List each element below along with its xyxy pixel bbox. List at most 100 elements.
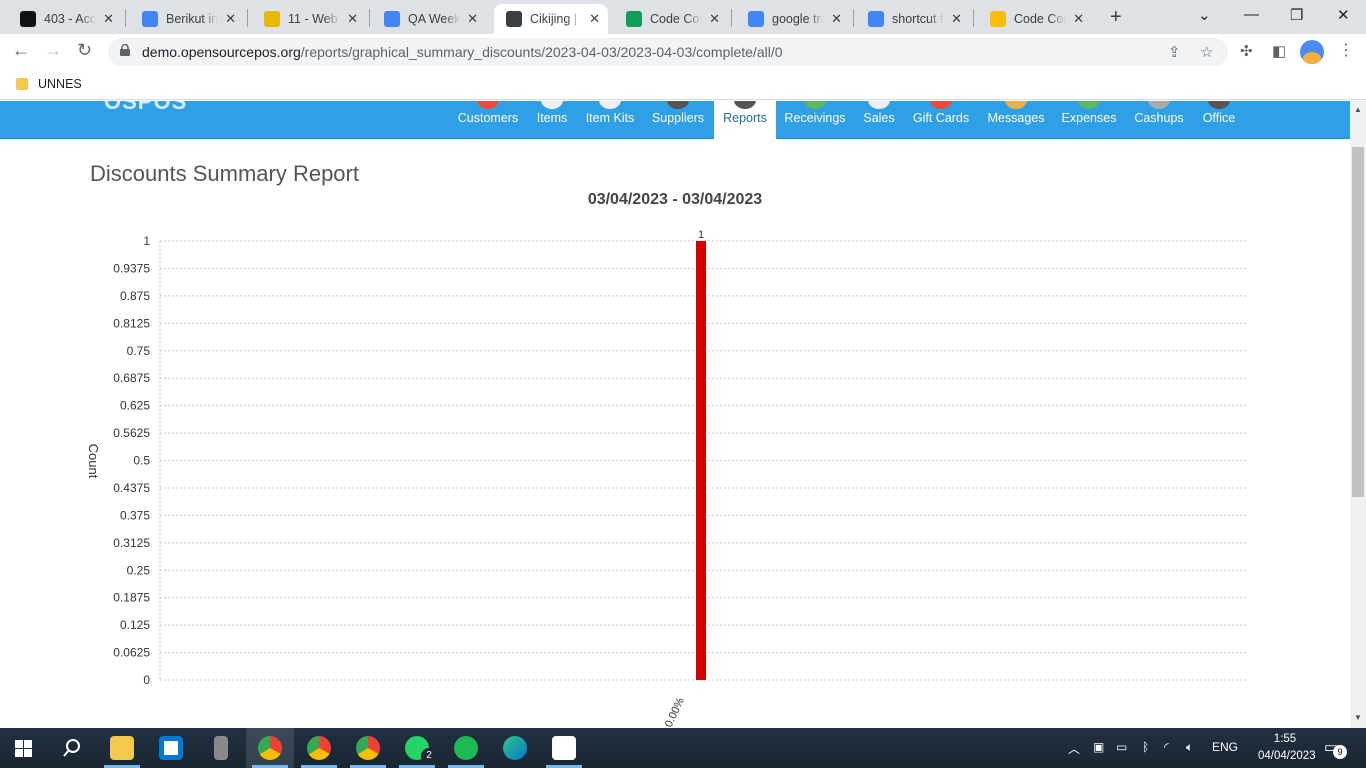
tab-title: Berikut ini ad (166, 12, 218, 26)
y-tick-label: 0.375 (120, 508, 150, 522)
notification-center-icon[interactable]: ▭ 9 (1324, 738, 1347, 759)
x-tick-label: 0.00% (663, 696, 687, 728)
chrome-profile-3-icon[interactable] (356, 736, 380, 760)
browser-tab[interactable]: QA Weekly ✕ (372, 4, 486, 34)
close-window-icon[interactable]: ✕ (1337, 6, 1350, 24)
scroll-down-icon[interactable]: ▼ (1354, 713, 1362, 722)
tab-favicon-icon (868, 11, 884, 27)
tab-close-icon[interactable]: ✕ (951, 11, 962, 27)
reload-icon[interactable]: ↻ (77, 40, 92, 61)
search-icon[interactable] (62, 738, 82, 758)
whatsapp-badge: 2 (421, 748, 437, 764)
menu-kebab-icon[interactable]: ⋮ (1338, 40, 1354, 60)
lock-icon (120, 44, 130, 56)
browser-tab[interactable]: google tra ✕ (736, 4, 850, 34)
clock[interactable]: 1:55 04/04/2023 (1258, 731, 1316, 765)
tab-favicon-icon (626, 11, 642, 27)
extensions-icon[interactable]: ✣ (1240, 42, 1253, 60)
tab-title: Code Com (650, 12, 702, 26)
y-tick-label: 0.875 (120, 289, 150, 303)
share-icon[interactable]: ⇪ (1168, 43, 1181, 61)
y-tick-label: 0.625 (120, 399, 150, 413)
tab-close-icon[interactable]: ✕ (831, 11, 842, 27)
spotify-icon[interactable] (454, 736, 478, 760)
y-tick-label: 0.0625 (113, 646, 150, 660)
y-tick-label: 0 (143, 673, 150, 687)
browser-tab[interactable]: Cikijing | P ✕ (494, 4, 608, 34)
tab-title: shortcut fir (892, 12, 944, 26)
volume-icon[interactable]: 🔈︎ (1186, 740, 1193, 755)
notion-style-app-icon[interactable] (552, 736, 576, 760)
restore-icon[interactable]: ❐ (1290, 6, 1303, 24)
tab-separator (731, 9, 732, 27)
tab-title: 403 - Access (44, 12, 96, 26)
folder-icon (16, 78, 28, 90)
y-tick-label: 1 (143, 234, 150, 248)
browser-tab-strip: 403 - Access✕Berikut ini ad✕11 - Web P✕Q… (0, 0, 1366, 34)
tab-favicon-icon (264, 11, 280, 27)
tab-close-icon[interactable]: ✕ (709, 11, 720, 27)
profile-avatar[interactable] (1300, 40, 1324, 64)
back-icon[interactable]: ← (12, 40, 30, 61)
bar (696, 241, 706, 680)
page-scrollbar[interactable]: ▲ ▼ (1350, 101, 1366, 728)
tab-favicon-icon (506, 11, 522, 27)
tab-title: QA Weekly (408, 12, 460, 26)
browser-toolbar: ← → ↻ demo.opensourcepos.org/reports/gra… (0, 34, 1366, 70)
battery-icon[interactable]: ▭ (1116, 740, 1127, 754)
side-panel-icon[interactable]: ◧ (1272, 42, 1286, 60)
y-tick-label: 0.5625 (113, 426, 150, 440)
tab-close-icon[interactable]: ✕ (1073, 11, 1084, 27)
bluetooth-icon[interactable]: ᛒ (1142, 740, 1149, 754)
tab-favicon-icon (142, 11, 158, 27)
y-tick-label: 0.25 (127, 563, 151, 577)
file-explorer-icon[interactable] (110, 736, 134, 760)
tab-title: Code Com (1014, 12, 1066, 26)
browser-tab[interactable]: 11 - Web P ✕ (252, 4, 366, 34)
wifi-icon[interactable]: ◜ (1164, 740, 1169, 754)
address-bar[interactable]: demo.opensourcepos.org/reports/graphical… (108, 38, 1228, 66)
bar-data-label: 1 (698, 229, 704, 241)
bookmark-unnes[interactable]: UNNES (38, 77, 82, 91)
microphone-app-icon[interactable] (214, 736, 228, 760)
tab-search-icon[interactable]: ⌄ (1198, 6, 1211, 24)
store-icon[interactable] (159, 736, 183, 760)
tab-close-icon[interactable]: ✕ (103, 11, 114, 27)
tab-separator (369, 9, 370, 27)
tab-separator (247, 9, 248, 27)
clock-date: 04/04/2023 (1258, 750, 1316, 762)
chrome-profile-2-icon[interactable] (307, 736, 331, 760)
browser-tab[interactable]: shortcut fir ✕ (856, 4, 970, 34)
windows-start-icon[interactable] (15, 740, 32, 757)
y-axis-label: Count (86, 444, 101, 479)
tab-favicon-icon (990, 11, 1006, 27)
tray-chevron-icon[interactable]: ︿ (1068, 740, 1080, 757)
edge-icon[interactable] (503, 736, 527, 760)
y-tick-label: 0.6875 (113, 371, 150, 385)
chrome-icon[interactable] (258, 736, 282, 760)
language-indicator[interactable]: ENG (1212, 740, 1238, 754)
tab-close-icon[interactable]: ✕ (467, 11, 478, 27)
browser-tab[interactable]: Berikut ini ad ✕ (130, 4, 244, 34)
browser-tab[interactable]: Code Com ✕ (614, 4, 728, 34)
tab-title: google tra (772, 12, 824, 26)
new-tab-button[interactable]: + (1110, 6, 1122, 29)
meet-now-icon[interactable]: ▣ (1093, 740, 1104, 754)
bookmark-star-icon[interactable]: ☆ (1200, 43, 1213, 61)
scroll-up-icon[interactable]: ▲ (1354, 105, 1362, 114)
browser-tab[interactable]: Code Com ✕ (978, 4, 1092, 34)
notification-count: 9 (1333, 745, 1347, 759)
y-tick-label: 0.4375 (113, 481, 150, 495)
y-tick-label: 0.8125 (113, 316, 150, 330)
browser-tab[interactable]: 403 - Access ✕ (8, 4, 122, 34)
tab-close-icon[interactable]: ✕ (589, 11, 600, 27)
y-tick-label: 0.125 (120, 618, 150, 632)
scroll-thumb[interactable] (1352, 147, 1364, 497)
tab-title: Cikijing | P (530, 12, 582, 26)
tab-close-icon[interactable]: ✕ (347, 11, 358, 27)
forward-icon[interactable]: → (44, 40, 62, 61)
tab-favicon-icon (20, 11, 36, 27)
minimize-icon[interactable]: — (1244, 6, 1259, 23)
tab-title: 11 - Web P (288, 12, 340, 26)
tab-close-icon[interactable]: ✕ (225, 11, 236, 27)
